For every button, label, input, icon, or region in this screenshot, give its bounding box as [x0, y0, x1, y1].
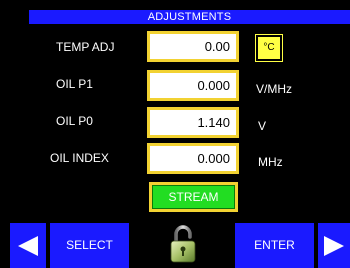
stream-button[interactable]: STREAM	[149, 182, 238, 212]
oil-p1-unit: V/MHz	[256, 82, 292, 96]
select-button[interactable]: SELECT	[50, 223, 129, 268]
screen-title: ADJUSTMENTS	[29, 9, 350, 25]
left-arrow-icon	[18, 236, 38, 256]
left-arrow-button[interactable]	[10, 223, 48, 268]
temp-adj-field[interactable]: 0.00	[146, 30, 240, 63]
temp-adj-label: TEMP ADJ	[56, 40, 115, 54]
padlock-icon[interactable]	[168, 224, 198, 264]
right-arrow-icon	[324, 236, 344, 256]
oil-p0-label: OIL P0	[56, 114, 93, 128]
oil-p1-label: OIL P1	[56, 77, 93, 91]
oil-p0-unit: V	[258, 119, 267, 133]
oil-index-field[interactable]: 0.000	[146, 142, 240, 175]
enter-button[interactable]: ENTER	[235, 223, 314, 268]
oil-index-unit: MHz	[258, 155, 283, 169]
oil-p0-field[interactable]: 1.140	[146, 106, 240, 139]
temp-unit-button[interactable]: °C	[255, 34, 283, 62]
oil-p1-field[interactable]: 0.000	[146, 69, 240, 102]
right-arrow-button[interactable]	[316, 223, 350, 268]
oil-index-label: OIL INDEX	[50, 151, 109, 165]
